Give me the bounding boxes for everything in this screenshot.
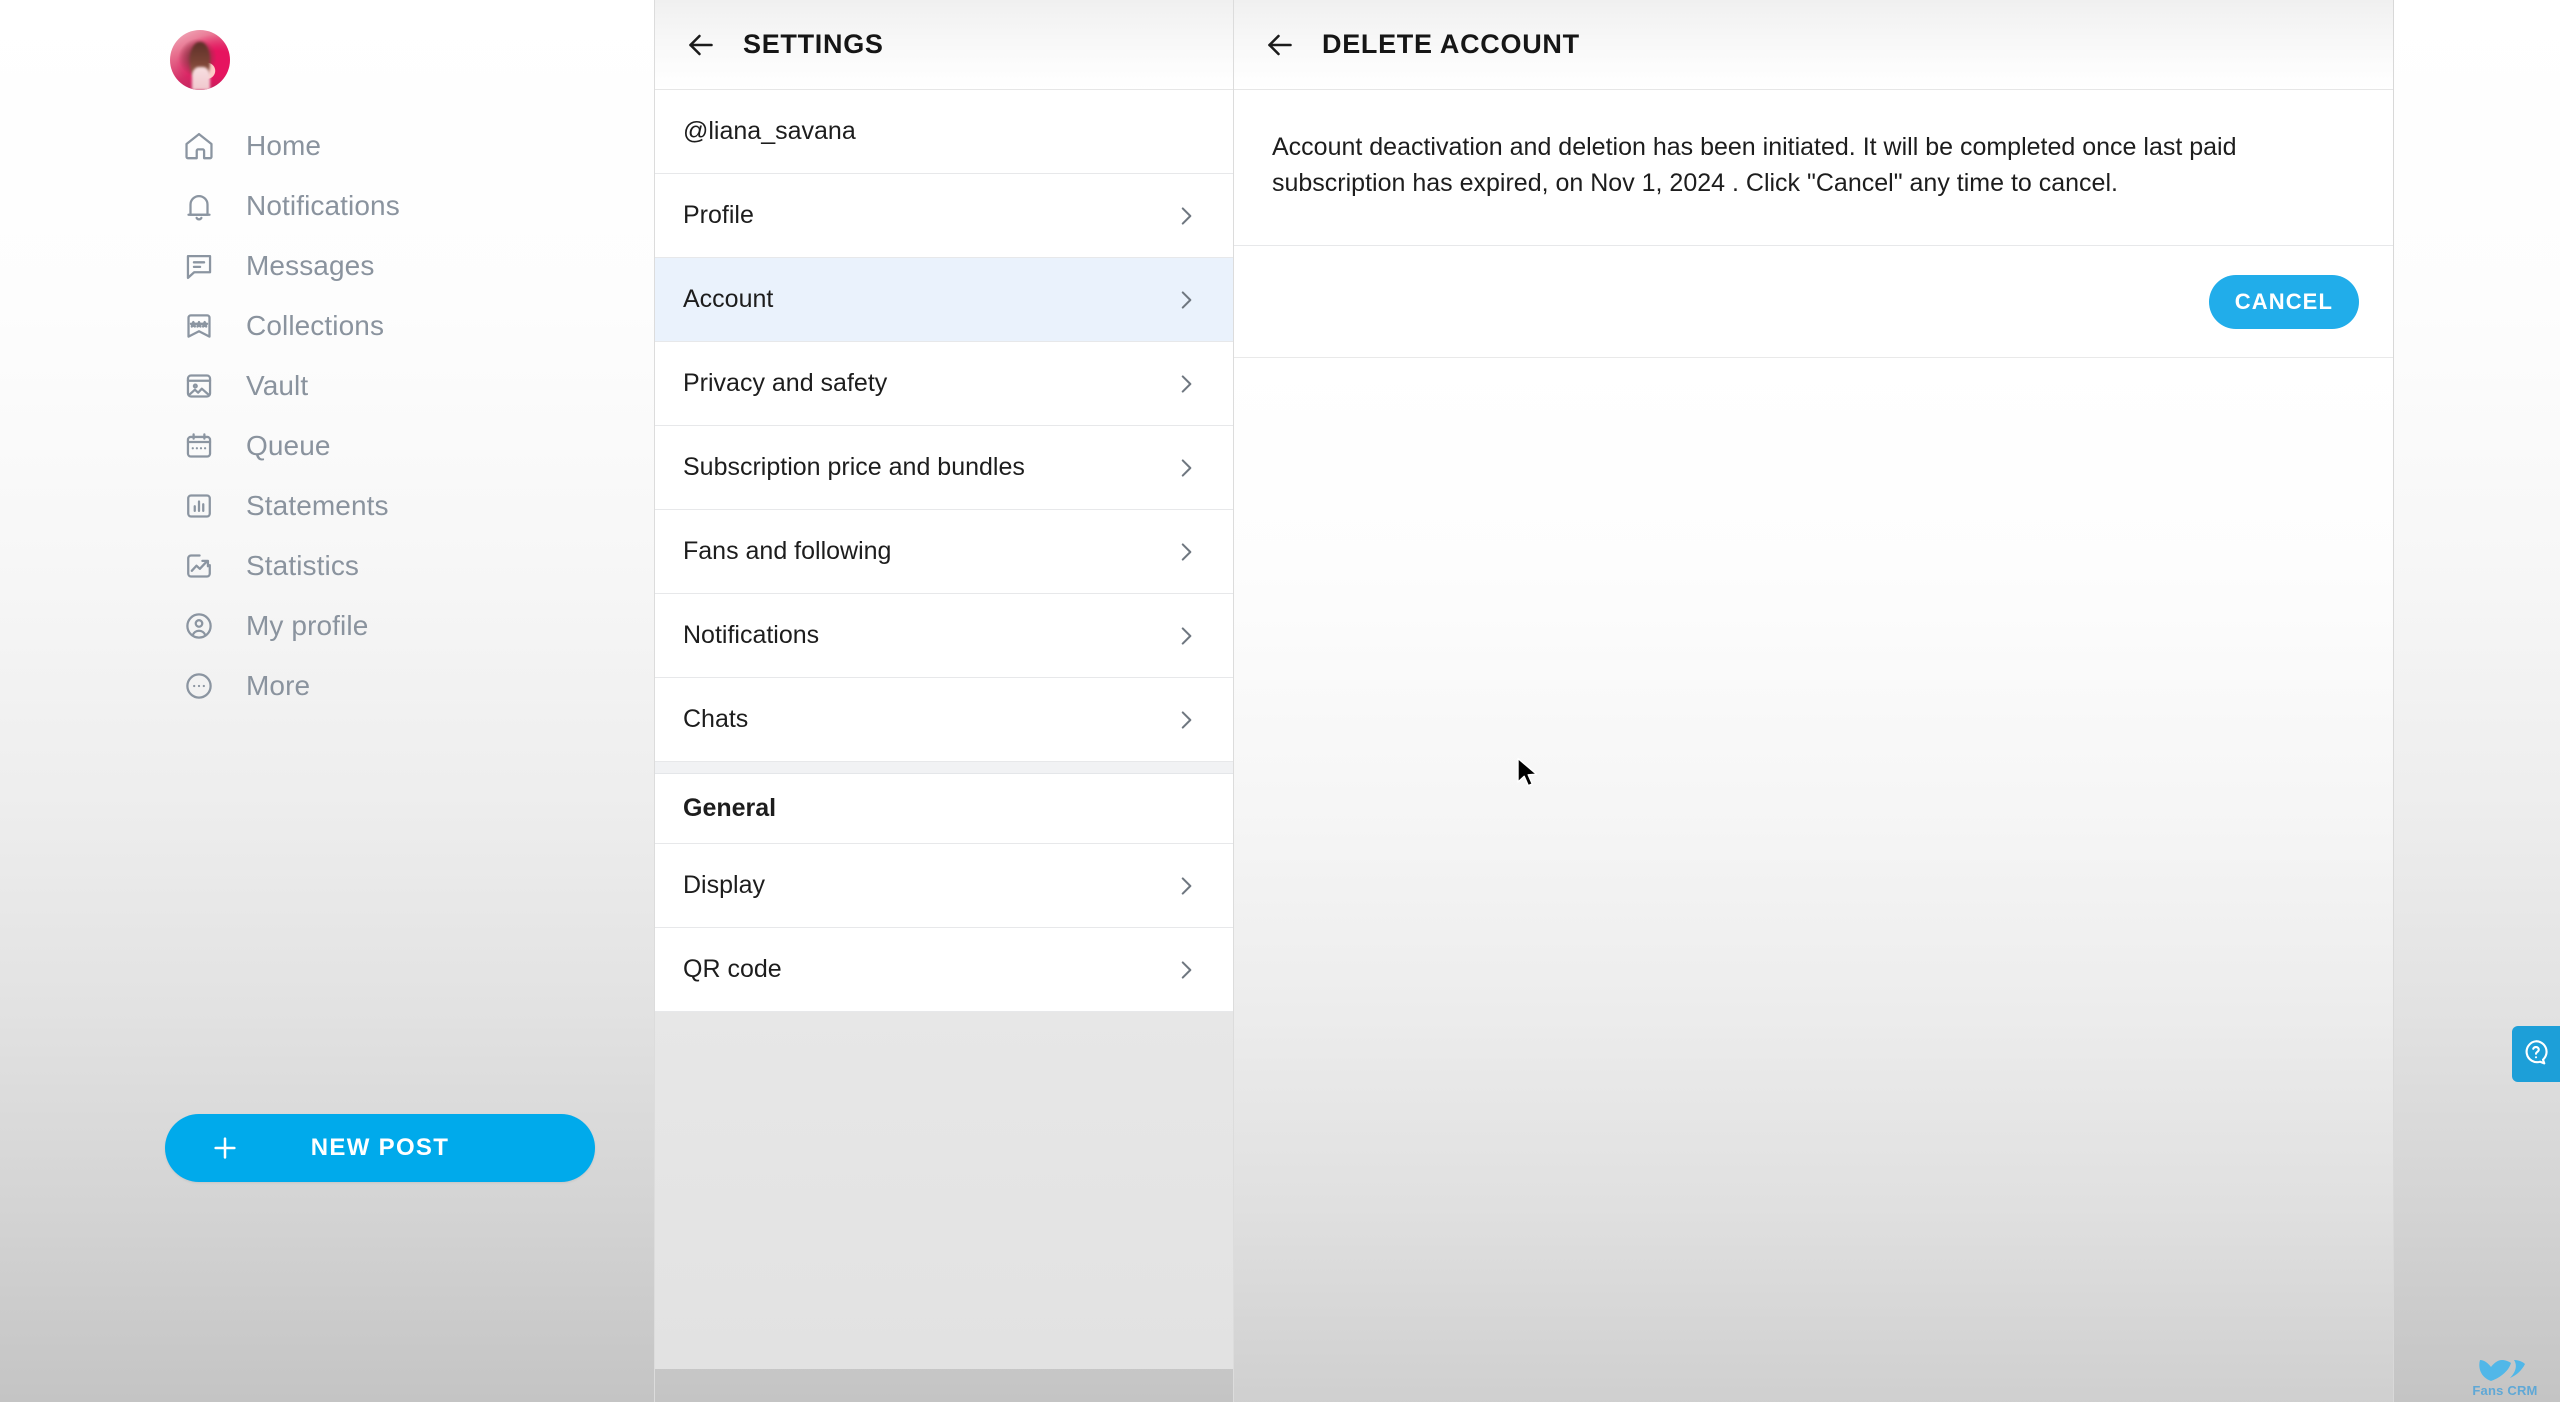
sidebar-item-notifications[interactable]: Notifications <box>0 176 654 236</box>
sidebar-item-label: Messages <box>246 250 375 281</box>
cancel-button[interactable]: CANCEL <box>2208 274 2359 329</box>
sidebar-item-my-profile[interactable]: My profile <box>0 596 654 656</box>
image-vault-icon <box>180 367 218 405</box>
chevron-right-icon <box>1173 707 1199 733</box>
sidebar-item-label: Statistics <box>246 550 360 581</box>
calendar-icon <box>180 427 218 465</box>
sidebar-item-messages[interactable]: Messages <box>0 236 654 296</box>
sidebar-item-label: Home <box>246 130 322 161</box>
sidebar-item-vault[interactable]: Vault <box>0 356 654 416</box>
sidebar-item-more[interactable]: More <box>0 656 654 716</box>
ellipsis-circle-icon <box>180 667 218 705</box>
main-empty-area <box>1234 358 2393 1402</box>
home-icon <box>180 127 218 165</box>
settings-list: @liana_savana Profile Account Privacy an… <box>655 90 1233 1012</box>
settings-row-chats[interactable]: Chats <box>655 678 1233 762</box>
left-sidebar: Home Notifications Messages Collections … <box>0 0 654 1402</box>
settings-empty-area <box>655 1012 1233 1369</box>
sidebar-nav: Home Notifications Messages Collections … <box>0 116 654 716</box>
sidebar-item-statements[interactable]: Statements <box>0 476 654 536</box>
page-title: DELETE ACCOUNT <box>1322 29 1580 59</box>
settings-row-label: Privacy and safety <box>683 369 888 397</box>
brand-logo: Fans CRM <box>2458 1358 2552 1402</box>
settings-row-subscription-price-and-bundles[interactable]: Subscription price and bundles <box>655 426 1233 510</box>
sidebar-item-label: Queue <box>246 430 331 461</box>
sidebar-item-label: More <box>246 670 311 701</box>
chevron-right-icon <box>1173 539 1199 565</box>
chevron-right-icon <box>1173 623 1199 649</box>
settings-row-notifications[interactable]: Notifications <box>655 594 1233 678</box>
settings-row-fans-and-following[interactable]: Fans and following <box>655 510 1233 594</box>
settings-row-privacy-and-safety[interactable]: Privacy and safety <box>655 342 1233 426</box>
fans-crm-logo-icon <box>2478 1358 2532 1384</box>
avatar-image <box>170 30 230 90</box>
settings-row-display[interactable]: Display <box>655 844 1233 928</box>
app-root: Home Notifications Messages Collections … <box>0 0 2560 1402</box>
sidebar-item-label: Notifications <box>246 190 400 221</box>
arrow-left-icon[interactable] <box>683 27 719 63</box>
settings-row-label: Display <box>683 871 765 899</box>
bell-icon <box>180 187 218 225</box>
delete-account-panel: DELETE ACCOUNT Account deactivation and … <box>1234 0 2394 1402</box>
help-button[interactable] <box>2512 1026 2560 1082</box>
new-post-button[interactable]: NEW POST <box>165 1114 595 1182</box>
settings-row-label: Subscription price and bundles <box>683 453 1025 481</box>
chevron-right-icon <box>1173 287 1199 313</box>
username-label: @liana_savana <box>683 117 856 145</box>
avatar-figure-body <box>191 67 210 90</box>
brand-label: Fans CRM <box>2472 1383 2538 1398</box>
sidebar-item-statistics[interactable]: Statistics <box>0 536 654 596</box>
chevron-right-icon <box>1173 455 1199 481</box>
settings-header: SETTINGS <box>655 0 1233 90</box>
settings-section-divider <box>655 762 1233 774</box>
plus-icon <box>209 1132 241 1164</box>
settings-row-label: Account <box>683 285 774 313</box>
sidebar-item-home[interactable]: Home <box>0 116 654 176</box>
delete-account-actions: CANCEL <box>1234 246 2393 358</box>
sidebar-item-queue[interactable]: Queue <box>0 416 654 476</box>
settings-row-label: Notifications <box>683 621 820 649</box>
section-label: General <box>683 794 777 822</box>
settings-row-qr-code[interactable]: QR code <box>655 928 1233 1012</box>
settings-row-label: Profile <box>683 201 754 229</box>
help-question-bubble-icon <box>2521 1037 2551 1072</box>
sidebar-item-label: My profile <box>246 610 369 641</box>
settings-row-label: Fans and following <box>683 537 892 565</box>
settings-row-label: Chats <box>683 705 749 733</box>
user-circle-icon <box>180 607 218 645</box>
sidebar-item-label: Vault <box>246 370 309 401</box>
arrow-left-icon[interactable] <box>1262 27 1298 63</box>
settings-row-profile[interactable]: Profile <box>655 174 1233 258</box>
chevron-right-icon <box>1173 957 1199 983</box>
avatar[interactable] <box>170 30 230 90</box>
trend-up-icon <box>180 547 218 585</box>
sidebar-item-label: Statements <box>246 490 389 521</box>
delete-account-header: DELETE ACCOUNT <box>1234 0 2393 90</box>
chevron-right-icon <box>1173 873 1199 899</box>
settings-row-account[interactable]: Account <box>655 258 1233 342</box>
delete-account-body: Account deactivation and deletion has be… <box>1234 90 2393 358</box>
sidebar-item-label: Collections <box>246 310 385 341</box>
sidebar-item-collections[interactable]: Collections <box>0 296 654 356</box>
settings-panel: SETTINGS @liana_savana Profile Account P… <box>654 0 1234 1402</box>
settings-row-label: QR code <box>683 955 782 983</box>
settings-username-row: @liana_savana <box>655 90 1233 174</box>
bar-chart-icon <box>180 487 218 525</box>
chevron-right-icon <box>1173 371 1199 397</box>
settings-section-general: General <box>655 774 1233 844</box>
delete-account-message: Account deactivation and deletion has be… <box>1234 90 2393 246</box>
bookmark-stars-icon <box>180 307 218 345</box>
message-icon <box>180 247 218 285</box>
page-title: SETTINGS <box>743 29 884 59</box>
chevron-right-icon <box>1173 203 1199 229</box>
